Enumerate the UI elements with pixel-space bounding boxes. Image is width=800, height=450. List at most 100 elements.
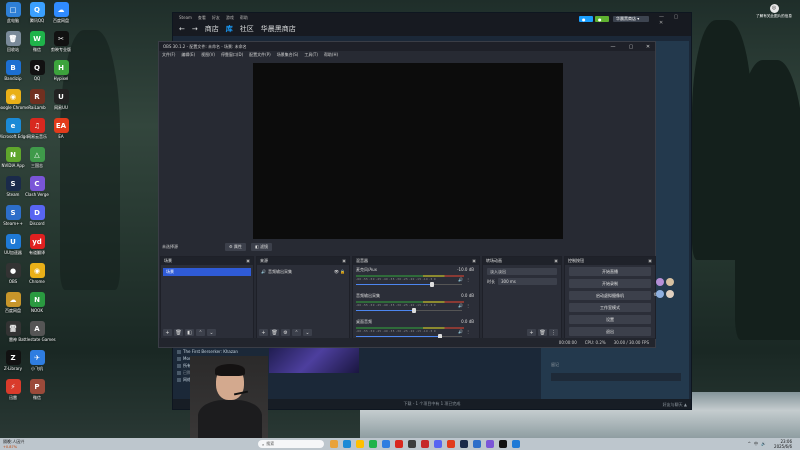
control-button[interactable]: 设置 xyxy=(569,315,651,324)
desktop-icon[interactable]: △ 三国志 xyxy=(25,147,49,171)
desktop-icon[interactable]: EA EA xyxy=(49,118,73,142)
trash-icon[interactable]: 🗑 xyxy=(174,329,183,336)
steam-user-menu[interactable]: 华晨黑商店 ▾ xyxy=(613,16,649,22)
transition-type-select[interactable]: 淡入淡出 xyxy=(487,268,557,275)
dock-float-icon[interactable]: ▣ xyxy=(246,258,250,263)
add-icon[interactable]: + xyxy=(527,329,536,336)
dock-float-icon[interactable]: ▣ xyxy=(648,258,652,263)
taskbar-app-icon[interactable] xyxy=(421,440,429,448)
desktop-icon[interactable]: S Steam xyxy=(1,176,25,200)
taskbar-app-icon[interactable] xyxy=(395,440,403,448)
desktop-icon[interactable]: A Battlestate Games xyxy=(18,321,56,345)
steam-menu-item[interactable]: 帮助 xyxy=(240,15,248,21)
desktop-icon[interactable]: ◉ Chrome xyxy=(25,263,49,287)
avatar[interactable] xyxy=(666,290,674,298)
steam-menu-item[interactable]: Steam xyxy=(179,15,192,20)
taskbar-app-icon[interactable] xyxy=(512,440,520,448)
steam-window-controls[interactable]: — ▢ ✕ xyxy=(659,14,691,26)
desktop-icon[interactable]: U UU加速器 xyxy=(1,234,25,258)
steam-menu-item[interactable]: 查看 xyxy=(198,15,206,21)
filter-icon[interactable]: ◧ xyxy=(185,329,194,336)
chevron-up-icon[interactable]: ⌃ xyxy=(196,329,205,336)
desktop-icon[interactable]: B Bandizip xyxy=(1,60,25,84)
slider-handle[interactable] xyxy=(412,308,417,313)
steam-menu-item[interactable]: 游戏 xyxy=(226,15,234,21)
taskbar-clock[interactable]: 23:06 2025/6/6 xyxy=(774,439,792,449)
chevron-down-icon[interactable]: ⌄ xyxy=(207,329,216,336)
mute-icon[interactable]: 🔊 xyxy=(458,329,463,334)
avatar[interactable] xyxy=(656,290,664,298)
nav-store[interactable]: 商店 xyxy=(205,24,219,34)
nav-library[interactable]: 库 xyxy=(226,24,233,34)
minimize-icon[interactable]: — xyxy=(605,42,621,51)
add-icon[interactable]: + xyxy=(259,329,268,336)
desktop-icon[interactable]: 🗑 回收站 xyxy=(1,31,25,55)
desktop-icon[interactable]: H Hypixel xyxy=(49,60,73,84)
filters-button[interactable]: ◧ 滤镜 xyxy=(251,243,273,251)
desktop-icon[interactable]: Q QQ xyxy=(25,60,49,84)
desktop-icon[interactable]: Q 腾讯QQ xyxy=(25,2,49,26)
desktop-icon[interactable]: ♫ 网易云音乐 xyxy=(25,118,49,142)
more-icon[interactable]: ⋮ xyxy=(549,329,558,336)
control-button[interactable]: 开始直播 xyxy=(569,267,651,276)
steam-notes-input[interactable] xyxy=(551,373,681,381)
control-button[interactable]: 开始录制 xyxy=(569,279,651,288)
back-icon[interactable]: ← xyxy=(179,25,185,33)
taskbar-app-icon[interactable] xyxy=(447,440,455,448)
obs-menu-item[interactable]: 编辑(E) xyxy=(181,52,195,58)
obs-menu-item[interactable]: 工具(T) xyxy=(304,52,318,58)
taskbar-app-icon[interactable] xyxy=(382,440,390,448)
scene-item[interactable]: 场景 xyxy=(163,268,251,276)
volume-icon[interactable]: 🔊 xyxy=(761,441,766,447)
desktop-icon[interactable]: ⚡ 迅雷 xyxy=(1,379,25,403)
obs-menu-item[interactable]: 配置文件(P) xyxy=(249,52,271,58)
more-icon[interactable]: ⋮ xyxy=(466,277,470,282)
close-icon[interactable]: ✕ xyxy=(640,42,656,51)
desktop-icon[interactable]: C Clash Verge xyxy=(25,176,49,200)
chevron-down-icon[interactable]: ⌄ xyxy=(303,329,312,336)
desktop-icon[interactable]: ✂ 剪映专业版 xyxy=(49,31,73,55)
dock-float-icon[interactable]: ▣ xyxy=(554,258,558,263)
trash-icon[interactable]: 🗑 xyxy=(270,329,279,336)
taskbar-app-icon[interactable] xyxy=(356,440,364,448)
more-icon[interactable]: ⋮ xyxy=(466,329,470,334)
desktop-icon[interactable]: N NOOK xyxy=(25,292,49,316)
desktop-icon[interactable]: yd 有道翻译 xyxy=(25,234,49,258)
slider-handle[interactable] xyxy=(430,282,435,287)
transition-duration-input[interactable]: 300 ms xyxy=(498,278,557,285)
taskbar-app-icon[interactable] xyxy=(486,440,494,448)
desktop-icon[interactable]: ✈ 小飞机 xyxy=(25,350,49,374)
list-item[interactable]: The First Berserker: Khazan xyxy=(177,348,267,355)
control-button[interactable]: 工作室模式 xyxy=(569,303,651,312)
obs-preview[interactable] xyxy=(253,63,563,239)
desktop-icon[interactable]: S Steam++ xyxy=(1,205,25,229)
taskbar-app-icon[interactable] xyxy=(434,440,442,448)
nav-user[interactable]: 华晨黑商店 xyxy=(261,24,296,34)
taskbar-app-icon[interactable] xyxy=(408,440,416,448)
taskbar-app-icon[interactable] xyxy=(460,440,468,448)
source-item[interactable]: 🔊 音频输出采集 👁 🔒 xyxy=(259,268,347,275)
desktop-icon[interactable]: Z Z-Library xyxy=(1,350,25,374)
taskbar-app-icon[interactable] xyxy=(369,440,377,448)
taskbar-search[interactable]: ⌕ 搜索 xyxy=(258,440,324,448)
control-button[interactable]: 启动虚拟摄像机⚙ xyxy=(569,291,658,300)
ime-indicator[interactable]: 中 xyxy=(754,441,758,447)
chevron-up-icon[interactable]: ⌃ xyxy=(292,329,301,336)
desktop-icon[interactable]: W 微信 xyxy=(25,31,49,55)
avatar[interactable] xyxy=(666,278,674,286)
steam-broadcast-button[interactable]: ● xyxy=(579,16,593,22)
desktop-icon[interactable]: □ 此电脑 xyxy=(1,2,25,26)
wallpaper-info-widget[interactable]: ◎ 了解有关此图片的信息 xyxy=(750,4,798,19)
steam-notification-button[interactable]: ● xyxy=(595,16,609,22)
add-icon[interactable]: + xyxy=(163,329,172,336)
desktop-icon[interactable]: e Microsoft Edge xyxy=(0,118,28,142)
dock-float-icon[interactable]: ▣ xyxy=(472,258,476,263)
eye-icon[interactable]: 👁 xyxy=(334,269,339,274)
desktop-icon[interactable]: ☁ 百度网盘 xyxy=(1,292,25,316)
desktop-icon[interactable]: D Discord xyxy=(25,205,49,229)
desktop-icon[interactable]: N NVIDIA App xyxy=(1,147,25,171)
mute-icon[interactable]: 🔊 xyxy=(458,277,463,282)
obs-menu-item[interactable]: 视图(V) xyxy=(201,52,215,58)
maximize-icon[interactable]: ▢ xyxy=(623,42,639,51)
gear-icon[interactable]: ⚙ xyxy=(281,329,290,336)
